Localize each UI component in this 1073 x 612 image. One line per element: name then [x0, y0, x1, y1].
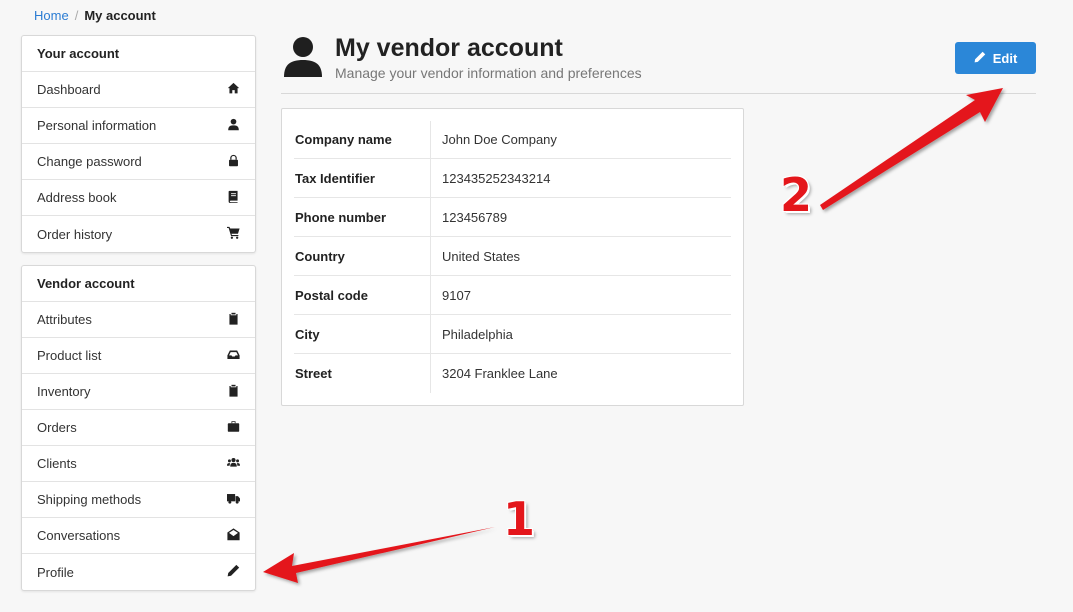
annotation-number-1: 1: [503, 492, 536, 546]
pencil-icon: [227, 564, 240, 580]
sidebar-item-personal-information[interactable]: Personal information: [22, 108, 255, 144]
sidebar-item-label: Profile: [37, 564, 74, 580]
envelope-open-icon: [227, 527, 240, 544]
clipboard-icon: [227, 312, 240, 328]
vendor-info-card: Company name John Doe Company Tax Identi…: [281, 108, 744, 406]
pencil-icon: [974, 51, 986, 66]
sidebar-item-label: Inventory: [37, 384, 91, 399]
sidebar-item-change-password[interactable]: Change password: [22, 144, 255, 180]
annotation-arrow-2: [820, 88, 1003, 210]
breadcrumb-current: My account: [84, 8, 156, 23]
page-header: My vendor account Manage your vendor inf…: [281, 32, 1036, 94]
info-value: 123456789: [442, 209, 508, 225]
sidebar-item-orders[interactable]: Orders: [22, 410, 255, 446]
your-account-header: Your account: [22, 36, 255, 72]
sidebar-item-label: Order history: [37, 226, 113, 242]
info-value: 9107: [442, 287, 471, 303]
breadcrumb-separator: /: [74, 8, 79, 23]
users-icon: [227, 456, 240, 472]
sidebar-item-order-history[interactable]: Order history: [22, 216, 255, 252]
info-value: 123435252343214: [442, 170, 551, 186]
sidebar-item-inventory[interactable]: Inventory: [22, 374, 255, 410]
sidebar-item-address-book[interactable]: Address book: [22, 180, 255, 216]
info-value: 3204 Franklee Lane: [442, 366, 558, 381]
page-title: My vendor account: [335, 34, 563, 62]
breadcrumb: Home / My account: [34, 8, 156, 23]
info-label: City: [294, 315, 431, 353]
info-label: Tax Identifier: [294, 159, 431, 197]
sidebar-item-conversations[interactable]: Conversations: [22, 518, 255, 554]
sidebar-item-attributes[interactable]: Attributes: [22, 302, 255, 338]
truck-icon: [227, 492, 240, 508]
book-icon: [227, 190, 240, 206]
vendor-account-menu: Vendor account Attributes Product list I…: [21, 265, 256, 591]
sidebar-item-label: Address book: [37, 190, 117, 205]
info-row-postal-code: Postal code 9107: [294, 276, 731, 315]
info-value: John Doe Company: [442, 132, 557, 147]
sidebar-item-label: Change password: [37, 154, 142, 169]
edit-button-label: Edit: [992, 50, 1018, 66]
edit-button[interactable]: Edit: [955, 42, 1036, 74]
cart-icon: [227, 226, 240, 242]
sidebar-item-label: Clients: [37, 456, 77, 471]
vendor-account-header: Vendor account: [22, 266, 255, 302]
sidebar-item-label: Personal information: [37, 118, 157, 133]
user-avatar-icon: [284, 37, 322, 77]
sidebar-item-dashboard[interactable]: Dashboard: [22, 72, 255, 108]
breadcrumb-home-link[interactable]: Home: [34, 8, 69, 23]
sidebar-item-label: Orders: [37, 420, 77, 435]
info-row-street: Street 3204 Franklee Lane: [294, 354, 731, 393]
info-row-city: City Philadelphia: [294, 315, 731, 354]
info-label: Company name: [294, 121, 431, 158]
info-value: Philadelphia: [442, 326, 513, 342]
sidebar-item-profile[interactable]: Profile: [22, 554, 255, 590]
info-label: Phone number: [294, 198, 431, 236]
info-row-company-name: Company name John Doe Company: [294, 121, 731, 159]
clipboard-icon: [227, 384, 240, 400]
info-label: Street: [294, 354, 431, 393]
sidebar-item-label: Product list: [37, 348, 102, 363]
info-row-phone-number: Phone number 123456789: [294, 198, 731, 237]
inbox-icon: [227, 348, 240, 364]
info-row-tax-identifier: Tax Identifier 123435252343214: [294, 159, 731, 198]
info-label: Postal code: [294, 276, 431, 314]
lock-icon: [227, 154, 240, 170]
sidebar-item-shipping-methods[interactable]: Shipping methods: [22, 482, 255, 518]
annotation-number-2: 2: [780, 168, 813, 222]
sidebar-item-label: Shipping methods: [37, 492, 142, 507]
page-subtitle: Manage your vendor information and prefe…: [335, 65, 642, 81]
info-row-country: Country United States: [294, 237, 731, 276]
your-account-menu: Your account Dashboard Personal informat…: [21, 35, 256, 253]
info-label: Country: [294, 237, 431, 275]
user-icon: [227, 118, 240, 134]
sidebar-item-label: Attributes: [37, 312, 92, 327]
info-value: United States: [442, 248, 521, 264]
home-icon: [227, 82, 240, 98]
sidebar-item-product-list[interactable]: Product list: [22, 338, 255, 374]
sidebar-item-label: Conversations: [37, 528, 121, 543]
annotation-arrow-1: [263, 527, 495, 583]
sidebar-item-label: Dashboard: [37, 82, 101, 97]
sidebar-item-clients[interactable]: Clients: [22, 446, 255, 482]
briefcase-icon: [227, 420, 240, 436]
